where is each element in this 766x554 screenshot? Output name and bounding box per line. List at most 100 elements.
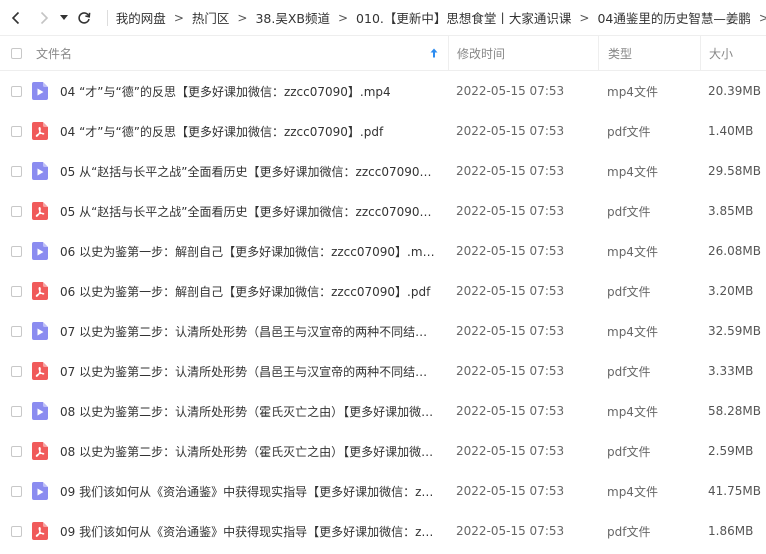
row-select-cell bbox=[0, 205, 28, 217]
video-file-icon bbox=[32, 242, 48, 260]
video-file-icon bbox=[32, 402, 48, 420]
modified-time: 2022-05-15 07:53 bbox=[456, 84, 565, 98]
file-size: 3.85MB bbox=[708, 204, 754, 218]
breadcrumb-item[interactable]: 我的网盘 bbox=[116, 8, 166, 27]
table-row[interactable]: 07 以史为鉴第二步：认清所处形势（昌邑王与汉宣帝的两种不同结果）【更多好课加微… bbox=[0, 311, 766, 351]
select-all-cell bbox=[0, 47, 28, 59]
table-row[interactable]: 04 “才”与“德”的反思【更多好课加微信：zzcc07090】.pdf 202… bbox=[0, 111, 766, 151]
video-file-icon bbox=[32, 82, 48, 100]
table-row[interactable]: 08 以史为鉴第二步：认清所处形势（霍氏灭亡之由）【更多好课加微信：zzcc07… bbox=[0, 391, 766, 431]
breadcrumb-separator: > bbox=[237, 10, 248, 25]
size-column-header[interactable]: 大小 bbox=[700, 35, 766, 71]
type-column-header[interactable]: 类型 bbox=[598, 35, 700, 71]
name-header-label: 文件名 bbox=[36, 46, 73, 61]
modified-time: 2022-05-15 07:53 bbox=[456, 244, 565, 258]
breadcrumb-item[interactable]: 热门区 bbox=[192, 8, 230, 27]
file-name-cell[interactable]: 04 “才”与“德”的反思【更多好课加微信：zzcc07090】.pdf bbox=[28, 122, 448, 140]
file-list: 04 “才”与“德”的反思【更多好课加微信：zzcc07090】.mp4 202… bbox=[0, 71, 766, 551]
pdf-file-icon bbox=[32, 442, 48, 460]
file-name-cell[interactable]: 06 以史为鉴第一步：解剖自己【更多好课加微信：zzcc07090】.pdf bbox=[28, 282, 448, 300]
row-checkbox[interactable] bbox=[10, 445, 22, 457]
forward-button[interactable] bbox=[34, 11, 54, 25]
file-type: mp4文件 bbox=[607, 484, 658, 499]
table-row[interactable]: 08 以史为鉴第二步：认清所处形势（霍氏灭亡之由）【更多好课加微信：zzcc07… bbox=[0, 431, 766, 471]
select-all-checkbox[interactable] bbox=[10, 47, 22, 59]
file-size: 26.08MB bbox=[708, 244, 761, 258]
file-type: pdf文件 bbox=[607, 284, 651, 299]
row-checkbox[interactable] bbox=[10, 485, 22, 497]
navigation-bar: 我的网盘 > 热门区 > 38.吴XB频道 > 010.【更新中】思想食堂丨大家… bbox=[0, 0, 766, 36]
sort-arrow-up-icon bbox=[430, 48, 438, 58]
table-row[interactable]: 05 从“赵括与长平之战”全面看历史【更多好课加微信：zzcc07090】.pd… bbox=[0, 191, 766, 231]
file-size: 3.20MB bbox=[708, 284, 754, 298]
row-checkbox[interactable] bbox=[10, 405, 22, 417]
name-column-header[interactable]: 文件名 bbox=[28, 36, 448, 71]
file-name-cell[interactable]: 07 以史为鉴第二步：认清所处形势（昌邑王与汉宣帝的两种不同结果）【更多好课加微… bbox=[28, 322, 448, 340]
row-select-cell bbox=[0, 445, 28, 457]
row-checkbox[interactable] bbox=[10, 85, 22, 97]
file-name-cell[interactable]: 06 以史为鉴第一步：解剖自己【更多好课加微信：zzcc07090】.mp4 bbox=[28, 242, 448, 260]
modified-time: 2022-05-15 07:53 bbox=[456, 204, 565, 218]
file-name-cell[interactable]: 04 “才”与“德”的反思【更多好课加微信：zzcc07090】.mp4 bbox=[28, 82, 448, 100]
table-row[interactable]: 06 以史为鉴第一步：解剖自己【更多好课加微信：zzcc07090】.pdf 2… bbox=[0, 271, 766, 311]
refresh-button[interactable] bbox=[75, 11, 93, 25]
row-checkbox[interactable] bbox=[10, 125, 22, 137]
history-dropdown-button[interactable] bbox=[57, 14, 71, 21]
modified-time: 2022-05-15 07:53 bbox=[456, 404, 565, 418]
pdf-file-icon bbox=[32, 282, 48, 300]
row-checkbox[interactable] bbox=[10, 205, 22, 217]
row-select-cell bbox=[0, 85, 28, 97]
table-row[interactable]: 09 我们该如何从《资治通鉴》中获得现实指导【更多好课加微信：zzcc07090… bbox=[0, 511, 766, 551]
file-name-cell[interactable]: 05 从“赵括与长平之战”全面看历史【更多好课加微信：zzcc07090】.mp… bbox=[28, 162, 448, 180]
file-name-cell[interactable]: 09 我们该如何从《资治通鉴》中获得现实指导【更多好课加微信：zzcc07090… bbox=[28, 522, 448, 540]
file-name: 08 以史为鉴第二步：认清所处形势（霍氏灭亡之由）【更多好课加微信：zzcc07… bbox=[60, 404, 435, 419]
chevron-right-icon bbox=[40, 11, 48, 24]
file-size: 32.59MB bbox=[708, 324, 761, 338]
file-name-cell[interactable]: 05 从“赵括与长平之战”全面看历史【更多好课加微信：zzcc07090】.pd… bbox=[28, 202, 448, 220]
row-checkbox[interactable] bbox=[10, 285, 22, 297]
file-name-cell[interactable]: 09 我们该如何从《资治通鉴》中获得现实指导【更多好课加微信：zzcc07090… bbox=[28, 482, 448, 500]
breadcrumb-item[interactable]: 04通鉴里的历史智慧—姜鹏 bbox=[597, 8, 750, 27]
file-size: 3.33MB bbox=[708, 364, 754, 378]
file-name-cell[interactable]: 07 以史为鉴第二步：认清所处形势（昌邑王与汉宣帝的两种不同结果）【更多好课加微… bbox=[28, 362, 448, 380]
table-row[interactable]: 04 “才”与“德”的反思【更多好课加微信：zzcc07090】.mp4 202… bbox=[0, 71, 766, 111]
file-size: 29.58MB bbox=[708, 164, 761, 178]
row-select-cell bbox=[0, 405, 28, 417]
video-file-icon bbox=[32, 322, 48, 340]
file-name-cell[interactable]: 08 以史为鉴第二步：认清所处形势（霍氏灭亡之由）【更多好课加微信：zzcc07… bbox=[28, 402, 448, 420]
row-checkbox[interactable] bbox=[10, 165, 22, 177]
back-button[interactable] bbox=[6, 11, 26, 25]
file-type: pdf文件 bbox=[607, 524, 651, 539]
table-row[interactable]: 06 以史为鉴第一步：解剖自己【更多好课加微信：zzcc07090】.mp4 2… bbox=[0, 231, 766, 271]
video-file-icon bbox=[32, 482, 48, 500]
row-select-cell bbox=[0, 285, 28, 297]
table-row[interactable]: 07 以史为鉴第二步：认清所处形势（昌邑王与汉宣帝的两种不同结果）【更多好课加微… bbox=[0, 351, 766, 391]
table-row[interactable]: 09 我们该如何从《资治通鉴》中获得现实指导【更多好课加微信：zzcc07090… bbox=[0, 471, 766, 511]
table-header: 文件名 修改时间 类型 大小 bbox=[0, 35, 766, 71]
size-header-label: 大小 bbox=[709, 46, 734, 61]
caret-down-icon bbox=[60, 14, 69, 20]
breadcrumb-item[interactable]: 38.吴XB频道 bbox=[255, 8, 330, 27]
file-name: 07 以史为鉴第二步：认清所处形势（昌邑王与汉宣帝的两种不同结果）【更多好课加微… bbox=[60, 364, 435, 379]
video-file-icon bbox=[32, 162, 48, 180]
breadcrumb-separator: > bbox=[173, 10, 184, 25]
file-name: 04 “才”与“德”的反思【更多好课加微信：zzcc07090】.mp4 bbox=[60, 84, 391, 99]
time-column-header[interactable]: 修改时间 bbox=[448, 35, 598, 71]
file-size: 1.86MB bbox=[708, 524, 754, 538]
row-checkbox[interactable] bbox=[10, 365, 22, 377]
breadcrumb-separator: > bbox=[579, 10, 590, 25]
modified-time: 2022-05-15 07:53 bbox=[456, 324, 565, 338]
file-name: 05 从“赵括与长平之战”全面看历史【更多好课加微信：zzcc07090】.pd… bbox=[60, 204, 435, 219]
table-row[interactable]: 05 从“赵括与长平之战”全面看历史【更多好课加微信：zzcc07090】.mp… bbox=[0, 151, 766, 191]
breadcrumb-item[interactable]: 010.【更新中】思想食堂丨大家通识课 bbox=[356, 8, 571, 27]
type-header-label: 类型 bbox=[608, 46, 633, 61]
file-name: 09 我们该如何从《资治通鉴》中获得现实指导【更多好课加微信：zzcc07090… bbox=[60, 484, 435, 499]
pdf-file-icon bbox=[32, 202, 48, 220]
row-checkbox[interactable] bbox=[10, 325, 22, 337]
row-checkbox[interactable] bbox=[10, 525, 22, 537]
row-select-cell bbox=[0, 525, 28, 537]
file-type: pdf文件 bbox=[607, 124, 651, 139]
file-type: mp4文件 bbox=[607, 244, 658, 259]
row-checkbox[interactable] bbox=[10, 245, 22, 257]
file-name-cell[interactable]: 08 以史为鉴第二步：认清所处形势（霍氏灭亡之由）【更多好课加微信：zzcc07… bbox=[28, 442, 448, 460]
